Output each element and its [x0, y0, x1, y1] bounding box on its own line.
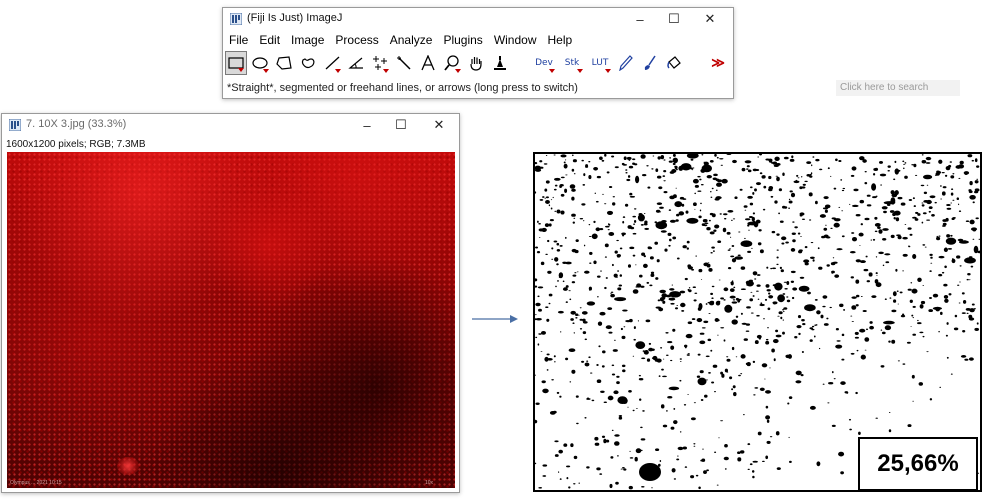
menu-bar: File Edit Image Process Analyze Plugins … [223, 32, 577, 49]
lut-menu-tool[interactable]: LUT [587, 51, 613, 75]
freehand-tool[interactable] [297, 51, 319, 75]
menu-edit[interactable]: Edit [253, 32, 285, 49]
fiji-icon [230, 13, 242, 25]
maximize-button[interactable]: ☐ [657, 8, 691, 30]
pencil-tool[interactable] [615, 51, 637, 75]
brush-tool[interactable] [639, 51, 661, 75]
minimize-button[interactable]: – [350, 114, 384, 136]
area-percentage-value: 25,66% [877, 450, 959, 477]
angle-tool[interactable] [345, 51, 367, 75]
submenu-marker [238, 68, 244, 72]
magnifying-glass-tool[interactable] [441, 51, 463, 75]
search-input[interactable]: Click here to search [836, 80, 960, 96]
menu-file[interactable]: File [223, 32, 253, 49]
flood-fill-tool[interactable] [663, 51, 685, 75]
flood-fill-icon [667, 56, 681, 69]
minimize-button[interactable]: – [623, 8, 657, 30]
color-picker-tool[interactable] [489, 51, 511, 75]
oval-tool[interactable] [249, 51, 271, 75]
imagej-main-window: (Fiji Is Just) ImageJ – ☐ ✕ File Edit Im… [222, 7, 960, 99]
bright-spot [117, 457, 139, 475]
hand-tool[interactable] [465, 51, 487, 75]
polygon-icon [276, 56, 292, 70]
fluorescence-image-canvas[interactable]: Olympus ... 2021 10:15 10x [7, 152, 455, 488]
text-icon [421, 55, 435, 71]
text-tool[interactable] [417, 51, 439, 75]
freehand-icon [301, 58, 315, 69]
menu-process[interactable]: Process [329, 32, 383, 49]
lut-label: LUT [591, 58, 609, 68]
image-window-title: 7. 10X 3.jpg (33.3%) [26, 118, 127, 130]
oval-icon [252, 57, 268, 69]
submenu-marker [577, 69, 583, 73]
stack-menu-tool[interactable]: Stk [559, 51, 585, 75]
close-button[interactable]: ✕ [693, 8, 727, 30]
image-window: 7. 10X 3.jpg (33.3%) – ☐ ✕ 1600x1200 pix… [1, 113, 460, 493]
menu-window[interactable]: Window [488, 32, 542, 49]
status-bar: *Straight*, segmented or freehand lines,… [227, 82, 578, 94]
straight-line-tool[interactable] [321, 51, 343, 75]
image-title-bar[interactable]: 7. 10X 3.jpg (33.3%) – ☐ ✕ [2, 114, 459, 136]
brush-icon [644, 55, 656, 70]
dev-label: Dev [535, 58, 553, 68]
pencil-icon [619, 55, 633, 71]
dropper-icon [494, 56, 506, 70]
maximize-button[interactable]: ☐ [384, 114, 418, 136]
submenu-marker [383, 69, 389, 73]
dev-menu-tool[interactable]: Dev [531, 51, 557, 75]
polygon-tool[interactable] [273, 51, 295, 75]
close-button[interactable]: ✕ [422, 114, 456, 136]
submenu-marker [335, 69, 341, 73]
hand-icon [470, 57, 482, 71]
dark-blob [639, 463, 661, 481]
more-tools-icon: ≫ [711, 55, 725, 70]
image-footer-right: 10x [424, 480, 433, 486]
image-info: 1600x1200 pixels; RGB; 7.3MB [6, 139, 146, 150]
imagej-title-bar[interactable]: (Fiji Is Just) ImageJ – ☐ ✕ [223, 8, 733, 30]
image-footer-left: Olympus ... 2021 10:15 [10, 480, 62, 486]
submenu-marker [605, 69, 611, 73]
menu-help[interactable]: Help [542, 32, 578, 49]
menu-analyze[interactable]: Analyze [384, 32, 438, 49]
angle-icon [348, 57, 363, 69]
multipoint-tool[interactable] [369, 51, 391, 75]
wand-icon [397, 56, 411, 70]
stk-label: Stk [564, 58, 580, 68]
wand-tool[interactable] [393, 51, 415, 75]
area-percentage-box: 25,66% [858, 437, 978, 491]
menu-plugins[interactable]: Plugins [437, 32, 487, 49]
submenu-marker [455, 69, 461, 73]
submenu-marker [263, 69, 269, 73]
line-icon [325, 56, 340, 70]
more-tools-button[interactable]: ≫ [707, 51, 729, 75]
submenu-marker [549, 69, 555, 73]
arrow-right-icon [472, 315, 518, 323]
rectangle-tool[interactable] [225, 51, 247, 75]
imagej-window-title: (Fiji Is Just) ImageJ [247, 12, 343, 24]
fiji-icon [9, 119, 21, 131]
menu-image[interactable]: Image [285, 32, 329, 49]
